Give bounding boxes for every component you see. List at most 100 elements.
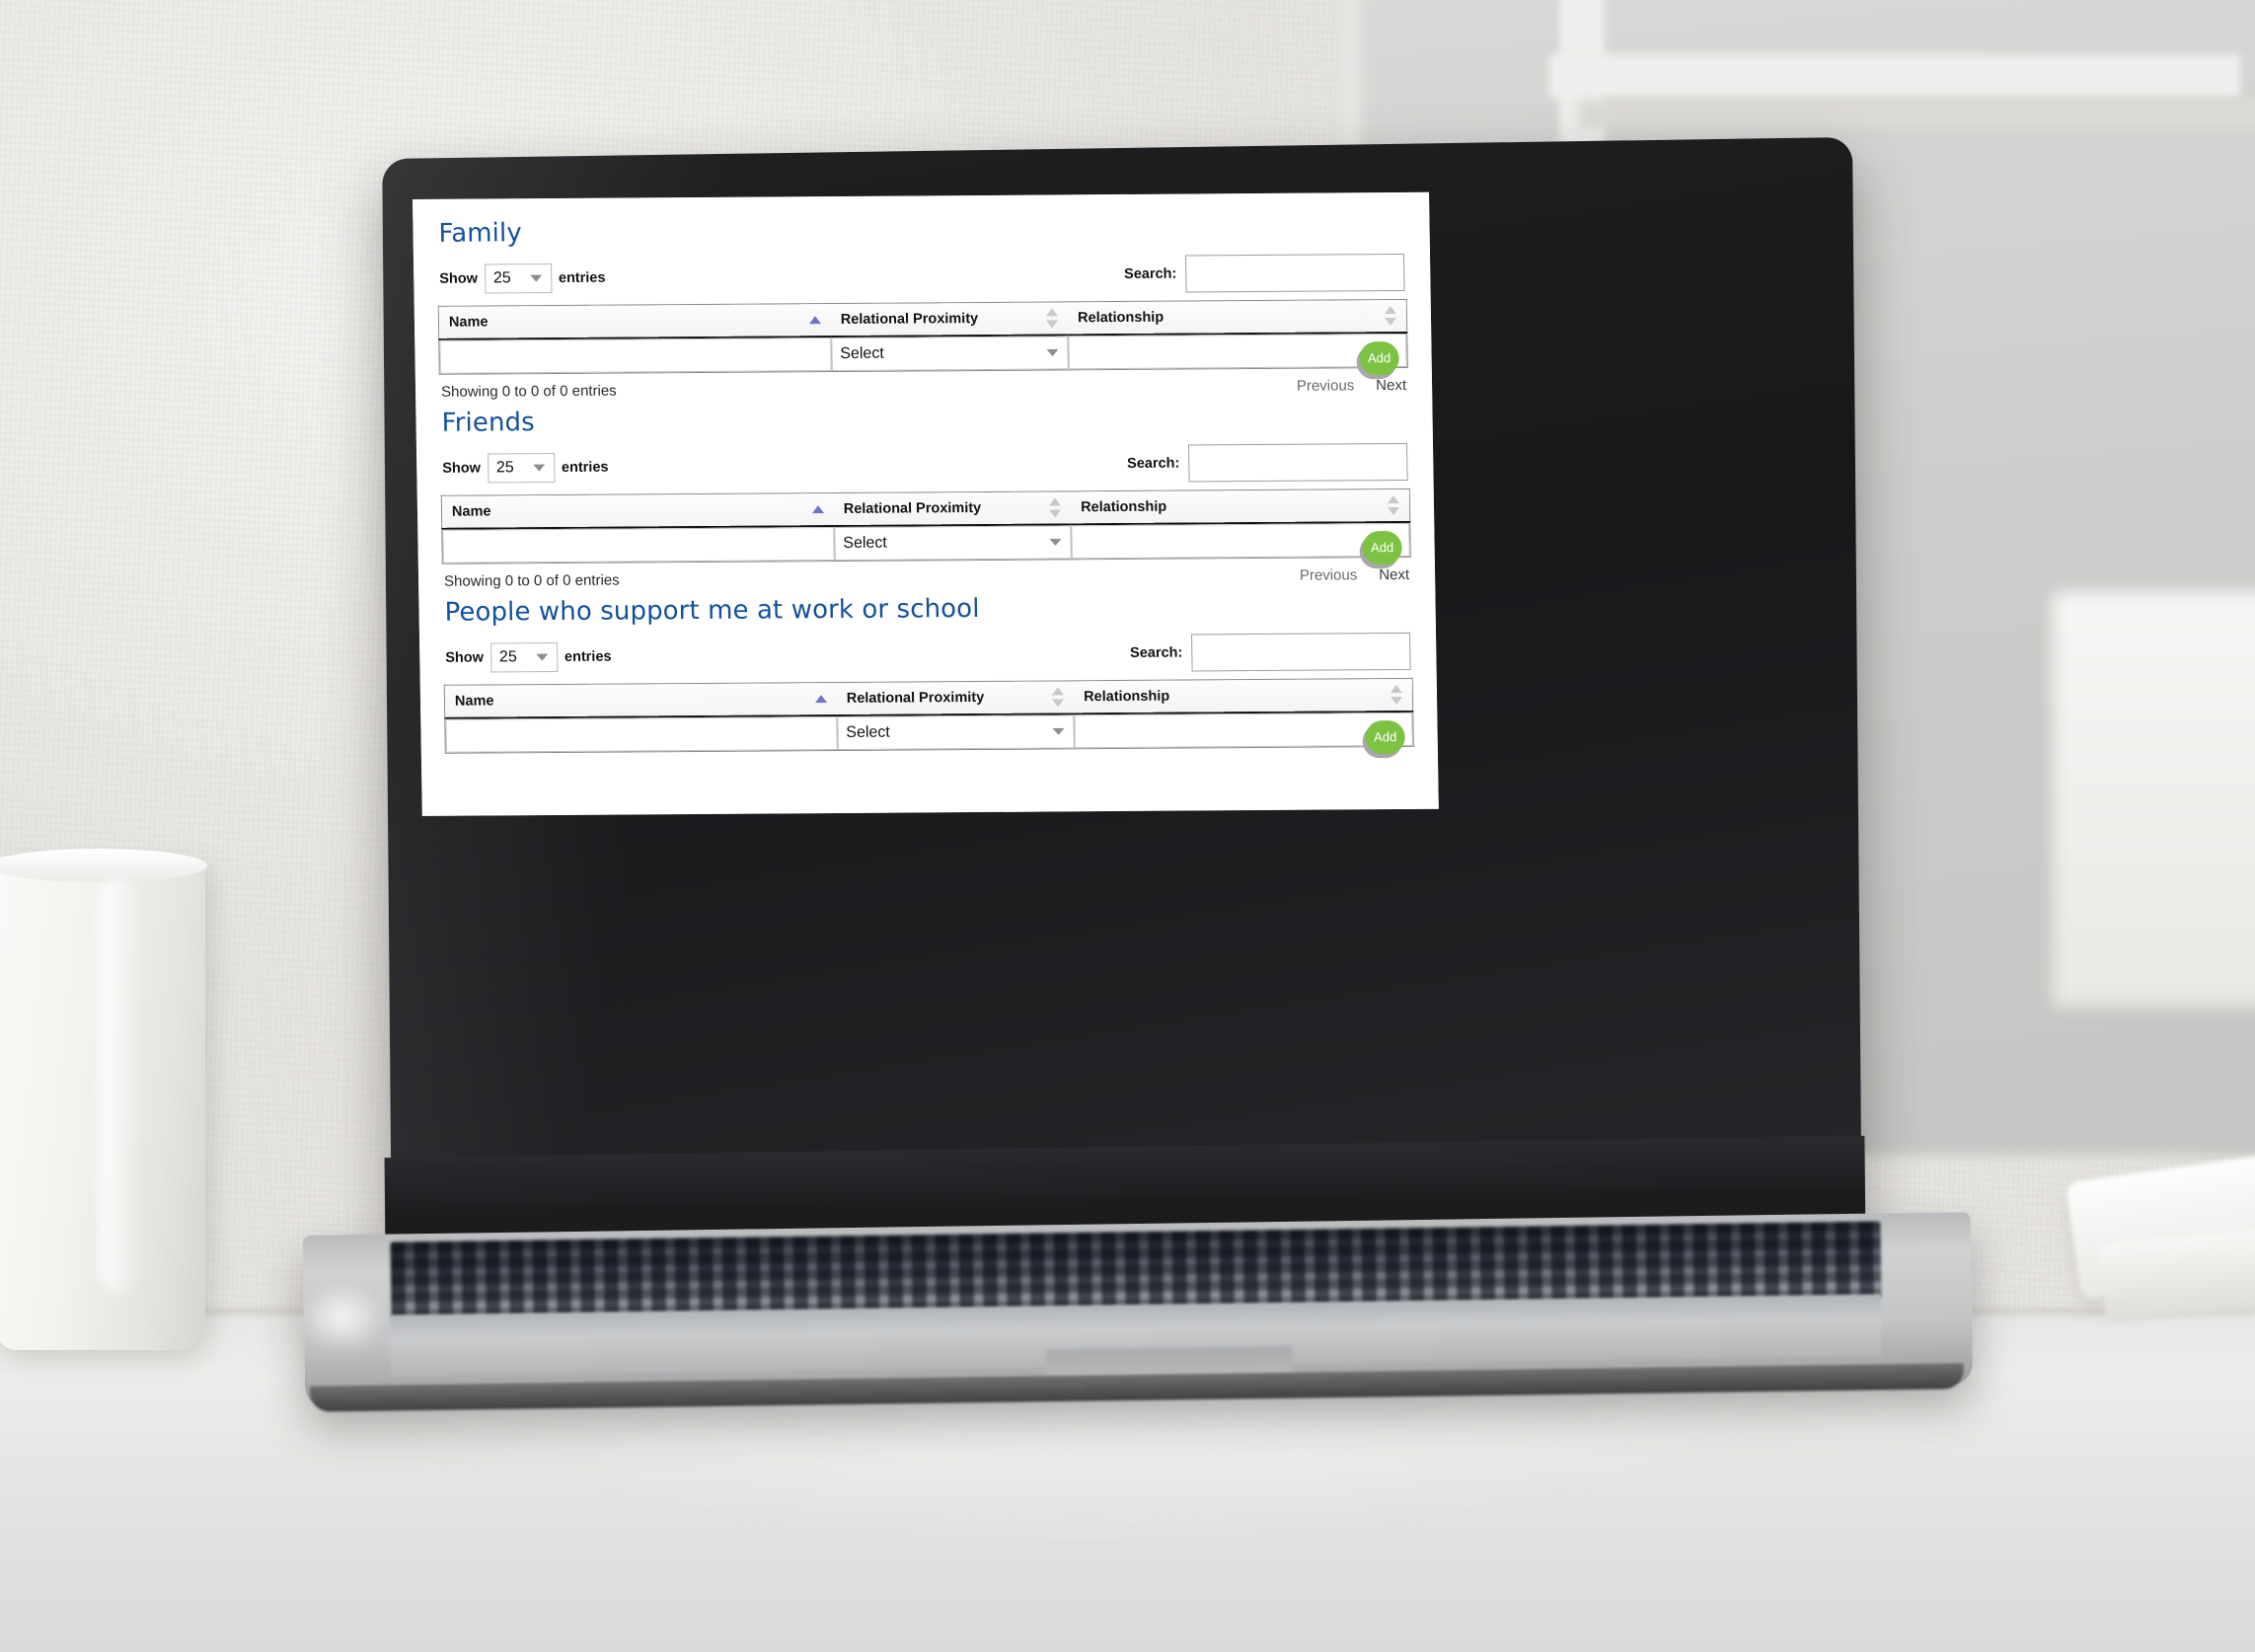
search-input[interactable] xyxy=(1191,632,1411,672)
sort-both-icon xyxy=(1390,684,1403,706)
show-label: Show xyxy=(439,270,479,287)
search-input[interactable] xyxy=(1184,253,1405,293)
cell-proximity: Select xyxy=(834,524,1072,562)
section-friends: Friends Show 25 entries Search: Name Rel… xyxy=(439,402,1411,590)
relationship-input[interactable] xyxy=(1068,333,1407,370)
section-work-school: People who support me at work or school … xyxy=(442,591,1414,755)
chevron-down-icon xyxy=(1046,348,1059,357)
search-label: Search: xyxy=(1129,644,1183,661)
datatable-footer: Showing 0 to 0 of 0 entries Previous Nex… xyxy=(444,566,1409,590)
chevron-down-icon xyxy=(1052,727,1065,735)
proximity-select[interactable]: Select xyxy=(831,336,1069,372)
datatable-controls: Show 25 entries Search: xyxy=(437,253,1407,298)
column-header-relationship[interactable]: Relationship xyxy=(1067,299,1407,336)
web-page: Family Show 25 entries Search: Name Rela… xyxy=(413,191,1439,816)
cell-relationship: Add xyxy=(1071,521,1411,565)
cell-name xyxy=(438,337,832,375)
laptop: Family Show 25 entries Search: Name Rela… xyxy=(296,136,1974,1412)
pagination-next[interactable]: Next xyxy=(1379,566,1409,583)
entries-select[interactable]: 25 xyxy=(487,452,556,484)
proximity-select[interactable]: Select xyxy=(834,525,1072,562)
column-header-relationship-label: Relationship xyxy=(1084,688,1170,706)
datatable-controls: Show 25 entries Search: xyxy=(440,442,1410,488)
column-header-relationship[interactable]: Relationship xyxy=(1070,488,1410,525)
column-header-proximity[interactable]: Relational Proximity xyxy=(830,301,1069,338)
sort-both-icon xyxy=(1384,306,1397,327)
datatable-footer: Showing 0 to 0 of 0 entries Previous Nex… xyxy=(441,377,1406,401)
section-title: People who support me at work or school xyxy=(444,593,980,628)
relationships-table: Name Relational Proximity Relationship S… xyxy=(437,298,1408,376)
coffee-mug-highlight xyxy=(99,878,142,1293)
search-control: Search: xyxy=(1129,632,1411,672)
laptop-screen: Family Show 25 entries Search: Name Rela… xyxy=(413,191,1439,816)
entries-select[interactable]: 25 xyxy=(484,263,553,294)
entries-length-control: Show 25 entries xyxy=(445,641,612,673)
name-input[interactable] xyxy=(445,715,838,753)
pagination-next[interactable]: Next xyxy=(1376,377,1406,394)
entries-select-value: 25 xyxy=(492,269,511,287)
add-button[interactable]: Add xyxy=(1362,530,1402,565)
entries-length-control: Show 25 entries xyxy=(439,263,606,294)
entries-info: Showing 0 to 0 of 0 entries xyxy=(443,571,620,590)
name-input[interactable] xyxy=(439,338,832,374)
chevron-down-icon xyxy=(529,274,543,282)
entries-info: Showing 0 to 0 of 0 entries xyxy=(440,382,617,401)
pagination: Previous Next xyxy=(1300,566,1409,584)
search-control: Search: xyxy=(1123,253,1405,293)
column-header-name[interactable]: Name xyxy=(441,492,835,529)
name-input[interactable] xyxy=(442,527,835,563)
column-header-name-label: Name xyxy=(451,503,491,520)
pagination-previous[interactable]: Previous xyxy=(1297,377,1355,394)
table-body: Select Add xyxy=(438,332,1408,376)
column-header-name-label: Name xyxy=(448,314,489,331)
entries-length-control: Show 25 entries xyxy=(442,452,609,484)
column-header-relationship-label: Relationship xyxy=(1077,309,1165,327)
sort-ascending-icon xyxy=(814,695,827,704)
cell-relationship: Add xyxy=(1068,332,1408,376)
proximity-select[interactable]: Select xyxy=(837,714,1075,750)
relationship-input[interactable] xyxy=(1071,522,1410,560)
chevron-down-icon xyxy=(532,464,546,472)
column-header-relationship-label: Relationship xyxy=(1081,498,1167,516)
pagination-previous[interactable]: Previous xyxy=(1300,566,1358,583)
column-header-name[interactable]: Name xyxy=(444,682,838,718)
sort-ascending-icon xyxy=(811,505,824,514)
search-label: Search: xyxy=(1123,265,1177,282)
search-input[interactable] xyxy=(1188,442,1408,483)
photo-scene: Family Show 25 entries Search: Name Rela… xyxy=(0,0,2255,1652)
column-header-proximity[interactable]: Relational Proximity xyxy=(833,490,1072,527)
wall-frame-horizontal-shadow xyxy=(1579,99,2255,128)
relationship-input[interactable] xyxy=(1074,712,1413,749)
cell-name xyxy=(444,714,838,754)
add-button[interactable]: Add xyxy=(1365,719,1405,755)
entries-select-value: 25 xyxy=(498,648,517,666)
show-label: Show xyxy=(442,460,482,477)
add-button[interactable]: Add xyxy=(1359,341,1399,376)
sort-ascending-icon xyxy=(808,316,821,325)
table-body: Select Add xyxy=(441,521,1411,565)
entries-label: entries xyxy=(564,648,612,665)
proximity-select-value: Select xyxy=(846,723,890,741)
relationships-table: Name Relational Proximity Relationship S… xyxy=(443,677,1414,755)
proximity-select-value: Select xyxy=(843,534,887,552)
column-header-proximity-label: Relational Proximity xyxy=(843,499,982,517)
sort-both-icon xyxy=(1048,497,1062,518)
column-header-name[interactable]: Name xyxy=(438,303,832,339)
search-control: Search: xyxy=(1127,442,1408,483)
column-header-relationship[interactable]: Relationship xyxy=(1073,678,1413,714)
laptop-base-highlight xyxy=(298,1283,387,1352)
column-header-name-label: Name xyxy=(454,693,494,710)
sort-both-icon xyxy=(1387,495,1400,516)
column-header-proximity-label: Relational Proximity xyxy=(846,689,985,707)
cell-name xyxy=(441,526,835,564)
table-row-new-entry: Select Add xyxy=(444,711,1414,755)
column-header-proximity[interactable]: Relational Proximity xyxy=(836,680,1075,715)
table-row-new-entry: Select Add xyxy=(438,332,1408,376)
table-row-new-entry: Select Add xyxy=(441,521,1411,565)
show-label: Show xyxy=(445,649,485,666)
entries-select[interactable]: 25 xyxy=(489,641,559,673)
pagination: Previous Next xyxy=(1297,377,1406,395)
sort-both-icon xyxy=(1045,308,1059,329)
section-family: Family Show 25 entries Search: Name Rela… xyxy=(436,212,1408,401)
datatable-controls: Show 25 entries Search: xyxy=(443,632,1413,677)
